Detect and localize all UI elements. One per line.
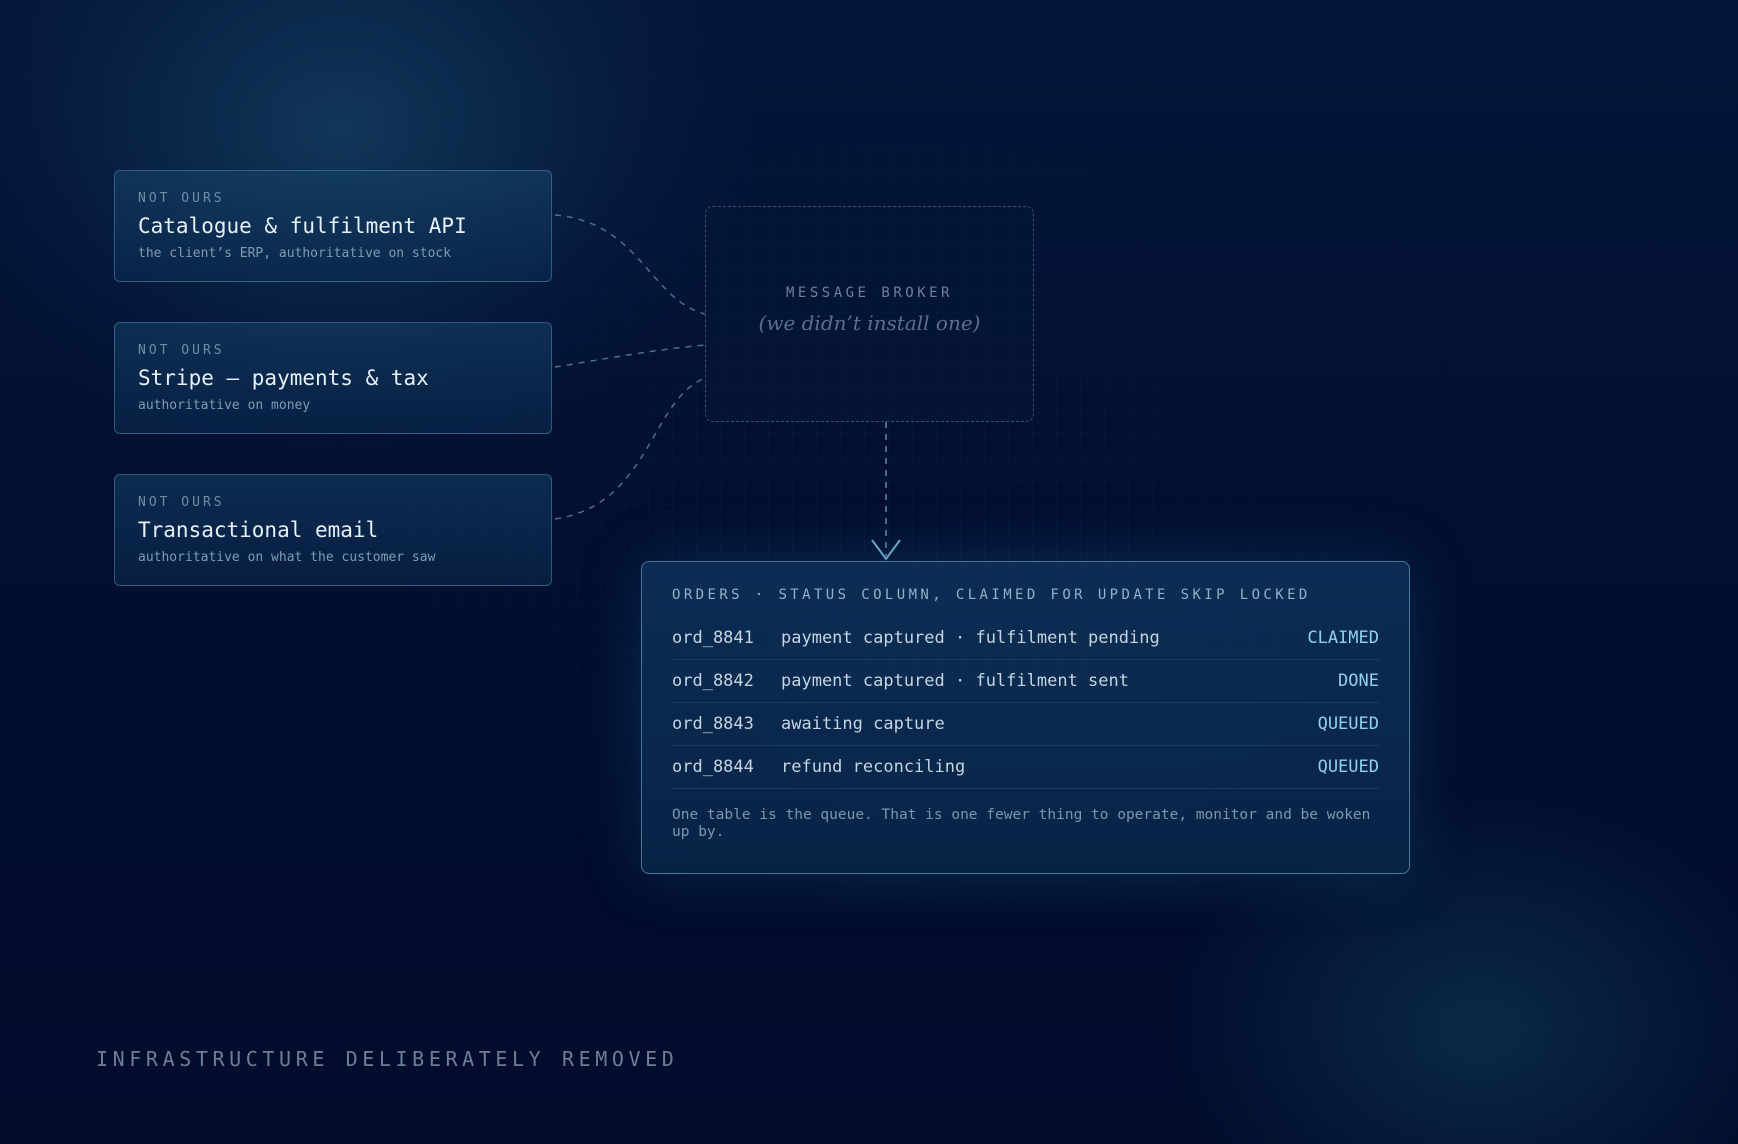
system-title: Transactional email <box>138 518 379 542</box>
system-description: authoritative on what the customer saw <box>138 550 436 565</box>
order-state-badge: QUEUED <box>1317 757 1379 777</box>
order-status: payment captured · fulfilment pending <box>781 628 1160 648</box>
broker-note: (we didn’t install one) <box>758 311 981 335</box>
orders-heading: ORDERS · STATUS COLUMN, CLAIMED FOR UPDA… <box>672 587 1311 603</box>
order-status: payment captured · fulfilment sent <box>781 671 1129 691</box>
order-id: ord_8843 <box>672 714 754 734</box>
wire-email-to-broker <box>554 377 706 520</box>
wire-catalogue-to-broker <box>554 214 706 315</box>
system-title: Catalogue & fulfilment API <box>138 214 467 238</box>
external-system-email: NOT OURS Transactional email authoritati… <box>114 474 552 586</box>
external-system-catalogue: NOT OURS Catalogue & fulfilment API the … <box>114 170 552 282</box>
not-ours-tag: NOT OURS <box>138 191 225 206</box>
order-status: refund reconciling <box>781 757 966 777</box>
order-status: awaiting capture <box>781 714 945 734</box>
order-state-badge: QUEUED <box>1317 714 1379 734</box>
table-row: ord_8841 payment captured · fulfilment p… <box>672 617 1379 660</box>
table-row: ord_8842 payment captured · fulfilment s… <box>672 660 1379 703</box>
table-row: ord_8843 awaiting capture QUEUED <box>672 703 1379 746</box>
system-description: authoritative on money <box>138 398 311 413</box>
order-state-badge: CLAIMED <box>1307 628 1379 648</box>
external-system-stripe: NOT OURS Stripe — payments & tax authori… <box>114 322 552 434</box>
orders-rows: ord_8841 payment captured · fulfilment p… <box>672 617 1379 789</box>
not-ours-tag: NOT OURS <box>138 495 225 510</box>
wire-stripe-to-broker <box>554 344 706 368</box>
table-row: ord_8844 refund reconciling QUEUED <box>672 746 1379 789</box>
order-id: ord_8844 <box>672 757 754 777</box>
orders-footnote: One table is the queue. That is one fewe… <box>672 807 1371 840</box>
system-description: the client’s ERP, authoritative on stock <box>138 246 452 261</box>
order-id: ord_8842 <box>672 671 754 691</box>
not-ours-tag: NOT OURS <box>138 343 225 358</box>
system-title: Stripe — payments & tax <box>138 366 429 390</box>
orders-table: ORDERS · STATUS COLUMN, CLAIMED FOR UPDA… <box>641 561 1410 874</box>
order-state-badge: DONE <box>1338 671 1379 691</box>
order-id: ord_8841 <box>672 628 754 648</box>
message-broker-placeholder: MESSAGE BROKER (we didn’t install one) <box>705 206 1034 422</box>
broker-label: MESSAGE BROKER <box>785 285 953 301</box>
footer-caption: INFRASTRUCTURE DELIBERATELY REMOVED <box>96 1047 679 1071</box>
